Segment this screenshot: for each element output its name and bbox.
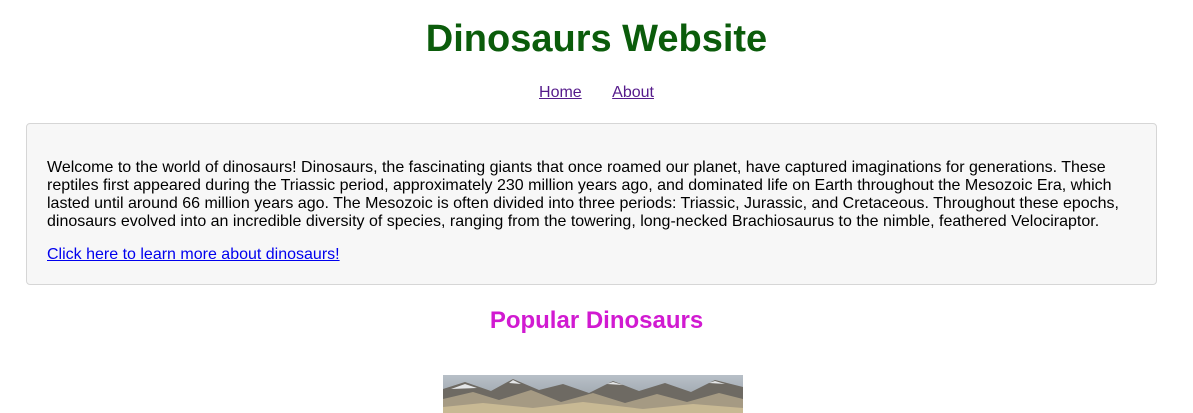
- nav-link-about[interactable]: About: [612, 83, 654, 103]
- page: Dinosaurs Website Home About Welcome to …: [0, 0, 1193, 413]
- intro-box: Welcome to the world of dinosaurs! Dinos…: [26, 123, 1157, 285]
- popular-dinosaurs-heading: Popular Dinosaurs: [489, 307, 704, 334]
- main-nav: Home About: [0, 83, 1193, 103]
- intro-paragraph: Welcome to the world of dinosaurs! Dinos…: [47, 159, 1119, 230]
- site-title: Dinosaurs Website: [425, 18, 768, 60]
- mountain-landscape-photo-icon: [443, 375, 743, 413]
- nav-link-home[interactable]: Home: [539, 83, 582, 103]
- learn-more-link[interactable]: Click here to learn more about dinosaurs…: [47, 246, 340, 264]
- dinosaur-image: [443, 375, 743, 413]
